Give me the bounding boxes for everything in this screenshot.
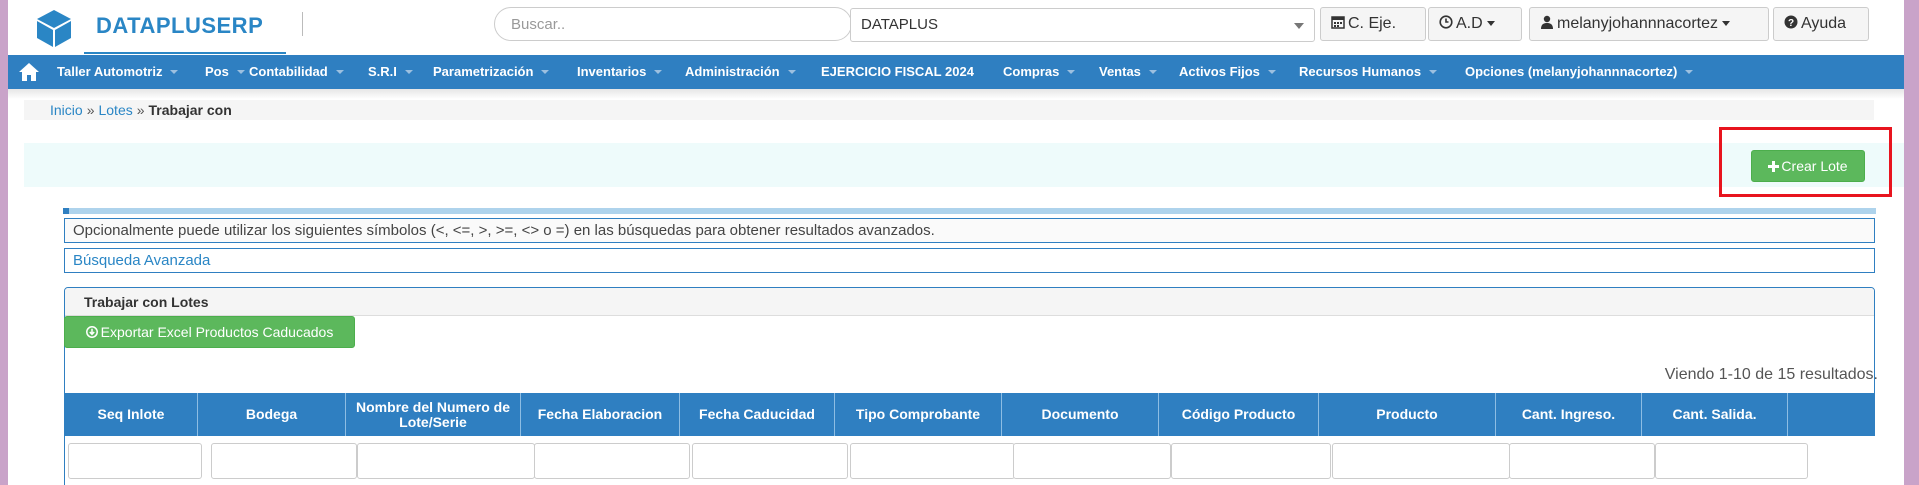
caret-down-icon xyxy=(1067,70,1076,74)
content-top-line-tip xyxy=(63,208,69,214)
nav-item-recursos-humanos[interactable]: Recursos Humanos xyxy=(1299,55,1438,89)
caret-down-icon xyxy=(1722,21,1730,26)
nav-item-ejercicio-fiscal[interactable]: EJERCICIO FISCAL 2024 xyxy=(821,55,974,89)
clock-icon xyxy=(1439,15,1453,29)
caret-down-icon xyxy=(654,70,663,74)
advanced-search-link[interactable]: Búsqueda Avanzada xyxy=(64,248,1875,273)
column-header-codigo-producto[interactable]: Código Producto xyxy=(1159,393,1319,436)
help-button[interactable]: ? Ayuda xyxy=(1773,7,1869,41)
column-header-cant-ingreso[interactable]: Cant. Ingreso. xyxy=(1496,393,1642,436)
filter-codigo-producto-input[interactable] xyxy=(1171,443,1331,479)
main-nav: Taller Automotriz Pos Contabilidad S.R.I… xyxy=(8,55,1904,89)
filter-bodega-input[interactable] xyxy=(211,443,357,479)
caret-down-icon xyxy=(404,70,413,74)
calendar-icon xyxy=(1331,16,1345,29)
caret-down-icon xyxy=(335,70,344,74)
breadcrumb-inicio-link[interactable]: Inicio xyxy=(50,102,83,118)
column-header-producto[interactable]: Producto xyxy=(1319,393,1496,436)
nav-item-opciones[interactable]: Opciones (melanyjohannnacortez) xyxy=(1465,55,1694,89)
export-excel-button[interactable]: Exportar Excel Productos Caducados xyxy=(64,316,355,348)
caret-down-icon xyxy=(787,70,796,74)
table-header: Seq Inlote Bodega Nombre del Numero de L… xyxy=(65,393,1875,436)
panel-title: Trabajar con Lotes xyxy=(65,288,1874,316)
brand-underline xyxy=(84,52,286,54)
brand-separator xyxy=(302,12,303,36)
download-circle-icon xyxy=(85,326,98,338)
results-summary: Viendo 1-10 de 15 resultados. xyxy=(1664,366,1878,383)
home-icon[interactable] xyxy=(18,62,40,82)
svg-text:?: ? xyxy=(1788,18,1794,29)
export-excel-label: Exportar Excel Productos Caducados xyxy=(100,324,334,340)
caret-down-icon xyxy=(170,70,179,74)
breadcrumb-current: Trabajar con xyxy=(148,102,232,118)
nav-item-ventas[interactable]: Ventas xyxy=(1099,55,1157,89)
column-header-seq-inlote[interactable]: Seq Inlote xyxy=(65,393,198,436)
search-input[interactable] xyxy=(494,7,852,41)
cube-logo-icon xyxy=(37,10,71,47)
help-label: Ayuda xyxy=(1801,15,1847,32)
column-header-documento[interactable]: Documento xyxy=(1002,393,1159,436)
action-bar xyxy=(24,143,1904,187)
filter-cant-ingreso-input[interactable] xyxy=(1509,443,1655,479)
nav-item-inventarios[interactable]: Inventarios xyxy=(577,55,663,89)
caret-down-icon xyxy=(1685,70,1694,74)
filter-tipo-comprobante-input[interactable] xyxy=(850,443,1015,479)
caret-down-icon xyxy=(541,70,550,74)
chevron-down-icon xyxy=(1294,23,1304,29)
brand-name[interactable]: DATAPLUSERP xyxy=(96,13,263,39)
filter-fecha-caducidad-input[interactable] xyxy=(692,443,848,479)
nav-item-taller-automotriz[interactable]: Taller Automotriz xyxy=(57,55,179,89)
caret-down-icon xyxy=(1148,70,1157,74)
nav-item-contabilidad[interactable]: Contabilidad xyxy=(249,55,344,89)
ad-button[interactable]: A.D xyxy=(1428,7,1522,41)
top-header: DATAPLUSERP DATAPLUS C. Eje. A.D xyxy=(8,0,1904,54)
nav-shadow xyxy=(8,89,1904,99)
ejercicio-label: C. Eje. xyxy=(1348,15,1397,32)
filter-cant-salida-input[interactable] xyxy=(1655,443,1808,479)
nav-item-activos-fijos[interactable]: Activos Fijos xyxy=(1179,55,1276,89)
caret-down-icon xyxy=(1267,70,1276,74)
column-header-actions xyxy=(1788,393,1875,436)
nav-item-sri[interactable]: S.R.I xyxy=(368,55,413,89)
highlight-box xyxy=(1719,127,1892,197)
caret-down-icon xyxy=(1429,70,1438,74)
column-header-cant-salida[interactable]: Cant. Salida. xyxy=(1642,393,1788,436)
filter-seq-inlote-input[interactable] xyxy=(68,443,202,479)
breadcrumb-separator: » xyxy=(136,102,145,118)
caret-down-icon xyxy=(236,70,245,74)
breadcrumb-lotes-link[interactable]: Lotes xyxy=(98,102,132,118)
filter-fecha-elaboracion-input[interactable] xyxy=(534,443,690,479)
nav-item-administracion[interactable]: Administración xyxy=(685,55,796,89)
ad-label: A.D xyxy=(1456,15,1483,32)
user-label: melanyjohannnacortez xyxy=(1557,15,1718,32)
app-window: DATAPLUSERP DATAPLUS C. Eje. A.D xyxy=(8,0,1904,485)
filter-nombre-lote-input[interactable] xyxy=(357,443,535,479)
question-circle-icon: ? xyxy=(1784,15,1798,29)
nav-item-compras[interactable]: Compras xyxy=(1003,55,1076,89)
user-icon xyxy=(1541,15,1553,29)
breadcrumb: Inicio» Lotes» Trabajar con xyxy=(24,100,1874,120)
nav-item-pos[interactable]: Pos xyxy=(205,55,245,89)
ejercicio-button[interactable]: C. Eje. xyxy=(1320,7,1426,41)
content-top-line xyxy=(63,208,1876,214)
search-hint: Opcionalmente puede utilizar los siguien… xyxy=(64,218,1875,243)
caret-down-icon xyxy=(1486,21,1495,26)
table-filter-row xyxy=(65,436,1875,485)
column-header-fecha-caducidad[interactable]: Fecha Caducidad xyxy=(680,393,835,436)
column-header-nombre-lote[interactable]: Nombre del Numero de Lote/Serie xyxy=(346,393,521,436)
column-header-bodega[interactable]: Bodega xyxy=(198,393,346,436)
column-header-fecha-elaboracion[interactable]: Fecha Elaboracion xyxy=(521,393,680,436)
column-header-tipo-comprobante[interactable]: Tipo Comprobante xyxy=(835,393,1002,436)
filter-documento-input[interactable] xyxy=(1013,443,1171,479)
company-select-value: DATAPLUS xyxy=(861,16,938,33)
company-select[interactable]: DATAPLUS xyxy=(850,8,1315,42)
filter-producto-input[interactable] xyxy=(1332,443,1510,479)
user-menu-button[interactable]: melanyjohannnacortez xyxy=(1529,7,1769,41)
breadcrumb-separator: » xyxy=(86,102,95,118)
nav-item-parametrizacion[interactable]: Parametrización xyxy=(433,55,550,89)
